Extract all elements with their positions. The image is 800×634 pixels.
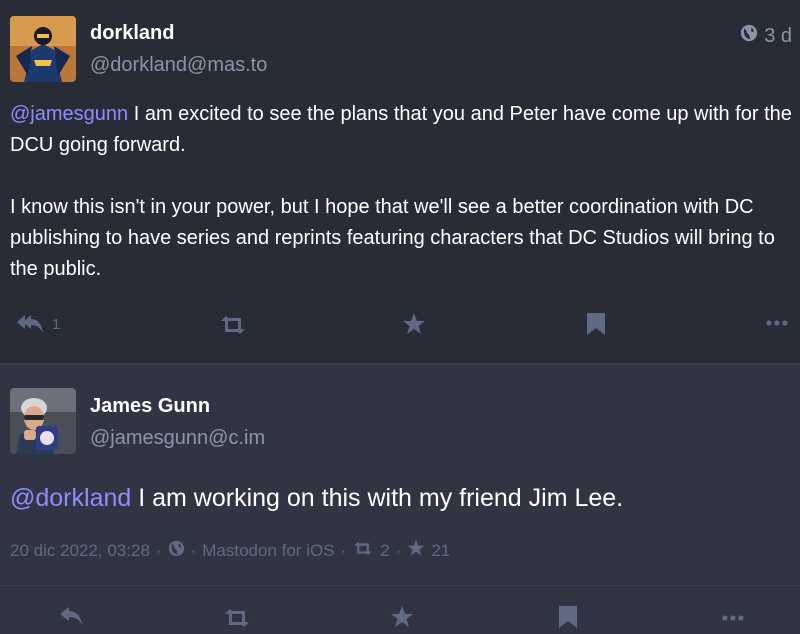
status-content: @jamesgunn I am excited to see the plans… xyxy=(10,99,792,285)
relative-time: 3 d xyxy=(764,24,792,47)
display-name[interactable]: James Gunn xyxy=(90,395,210,418)
separator-dot: · xyxy=(340,540,347,560)
boost-icon xyxy=(218,315,248,335)
boost-button[interactable] xyxy=(218,315,248,335)
mention-link[interactable]: @jamesgunn xyxy=(10,103,128,125)
boost-icon xyxy=(352,541,374,561)
favourite-button[interactable] xyxy=(390,605,414,629)
reply-icon xyxy=(58,605,84,627)
boost-icon xyxy=(222,608,252,628)
action-bar-divider xyxy=(0,585,800,586)
bookmark-button[interactable] xyxy=(558,605,578,629)
mention-link[interactable]: @dorkland xyxy=(10,484,131,512)
display-name[interactable]: dorkland xyxy=(90,22,174,45)
account-handle[interactable]: @jamesgunn@c.im xyxy=(90,427,265,450)
reply-count: 1 xyxy=(52,315,61,333)
separator-dot: · xyxy=(190,540,197,560)
star-icon xyxy=(390,605,414,629)
globe-icon xyxy=(168,540,185,562)
application-link[interactable]: Mastodon for iOS xyxy=(202,541,334,561)
paragraph-text: I am excited to see the plans that you a… xyxy=(10,103,792,156)
reply-button[interactable] xyxy=(58,605,84,627)
ellipsis-icon xyxy=(766,320,788,326)
favourite-button[interactable] xyxy=(402,312,426,336)
status-content: @dorkland I am working on this with my f… xyxy=(10,481,792,515)
status-text: I am working on this with my friend Jim … xyxy=(131,484,624,512)
avatar[interactable] xyxy=(10,16,76,82)
favourite-count[interactable]: 21 xyxy=(431,541,450,561)
timestamp-link[interactable]: 3 d xyxy=(740,24,792,48)
status-dorkland: dorkland @dorkland@mas.to 3 d @jamesgunn… xyxy=(0,0,800,363)
globe-icon xyxy=(740,24,758,48)
bookmark-icon xyxy=(558,605,578,629)
reply-button[interactable]: 1 xyxy=(16,313,60,335)
separator-dot: · xyxy=(395,540,402,560)
bookmark-icon xyxy=(586,312,606,336)
reply-all-icon xyxy=(16,313,44,335)
separator-dot: · xyxy=(155,540,162,560)
boost-button[interactable] xyxy=(222,608,252,628)
paragraph-text: I know this isn't in your power, but I h… xyxy=(10,196,775,280)
more-button[interactable] xyxy=(722,615,744,621)
ellipsis-icon xyxy=(722,615,744,621)
more-button[interactable] xyxy=(766,320,788,326)
status-date[interactable]: 20 dic 2022, 03:28 xyxy=(10,541,150,561)
star-icon xyxy=(402,312,426,336)
boost-count[interactable]: 2 xyxy=(380,541,389,561)
bookmark-button[interactable] xyxy=(586,312,606,336)
status-james-gunn: James Gunn @jamesgunn@c.im @dorkland I a… xyxy=(0,365,800,634)
account-handle[interactable]: @dorkland@mas.to xyxy=(90,54,267,77)
avatar[interactable] xyxy=(10,388,76,454)
star-icon xyxy=(407,539,425,562)
status-meta: 20 dic 2022, 03:28 · · Mastodon for iOS … xyxy=(10,539,450,562)
